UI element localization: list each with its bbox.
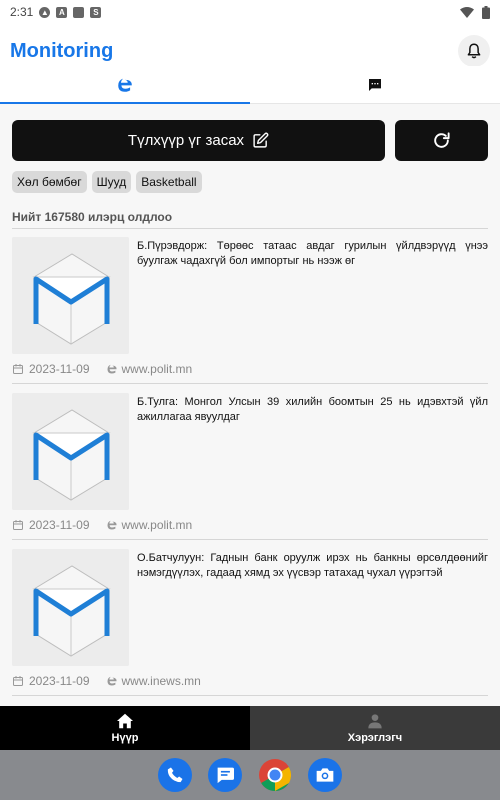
news-title: Б.Тулга: Монгол Улсын 39 хилийн боомтын … xyxy=(137,396,488,423)
edit-keywords-label: Түлхүүр үг засах xyxy=(127,132,245,149)
news-source-text: www.inews.mn xyxy=(121,674,201,688)
status-left: 2:31 ▲ A S xyxy=(10,5,102,19)
filter-chip[interactable]: Хөл бөмбөг xyxy=(12,171,87,193)
home-icon xyxy=(117,713,133,728)
edit-icon xyxy=(253,132,269,148)
news-meta: 2023-11-09 www.inews.mn xyxy=(12,674,201,688)
edge-browser-icon xyxy=(107,364,117,374)
action-row: Түлхүүр үг засах xyxy=(12,120,488,161)
news-date: 2023-11-09 xyxy=(12,674,90,688)
news-meta: 2023-11-09 www.polit.mn xyxy=(12,518,192,532)
sd-card-icon xyxy=(73,6,85,18)
news-date: 2023-11-09 xyxy=(12,518,90,532)
divider xyxy=(12,228,488,229)
news-date-text: 2023-11-09 xyxy=(29,674,90,688)
bottom-nav: Нүүр Хэрэглэгч xyxy=(0,706,500,750)
filter-chip[interactable]: Basketball xyxy=(136,171,202,193)
news-date-text: 2023-11-09 xyxy=(29,362,90,376)
phone-app-icon[interactable] xyxy=(158,758,192,792)
tab-bar xyxy=(0,66,500,104)
system-dock xyxy=(0,750,500,800)
news-source-text: www.polit.mn xyxy=(121,362,193,376)
wifi-icon xyxy=(460,6,474,18)
tab-web-news[interactable] xyxy=(0,66,250,104)
bell-icon xyxy=(467,43,481,59)
edge-browser-icon xyxy=(107,676,117,686)
nav-user[interactable]: Хэрэглэгч xyxy=(250,706,500,750)
app-title: Monitoring xyxy=(10,39,114,62)
nav-user-label: Хэрэглэгч xyxy=(347,731,403,744)
camera-app-icon[interactable] xyxy=(308,758,342,792)
filter-chip[interactable]: Шууд xyxy=(91,171,132,193)
message-icon xyxy=(369,78,381,91)
chrome-app-icon[interactable] xyxy=(258,758,292,792)
news-list: Б.Пүрэвдорж: Төрөөс татаас авдаг гурилын… xyxy=(12,237,488,705)
tab-messages[interactable] xyxy=(250,66,500,103)
calendar-icon xyxy=(13,676,23,686)
user-icon xyxy=(368,713,382,728)
divider xyxy=(12,695,488,696)
edge-browser-icon xyxy=(107,520,117,530)
refresh-icon xyxy=(434,132,450,148)
battery-icon xyxy=(482,5,490,19)
news-item[interactable]: О.Батчулуун: Гаднын банк оруулж ирэх нь … xyxy=(12,549,488,705)
placeholder-logo-icon xyxy=(12,549,129,666)
placeholder-logo-icon xyxy=(12,237,129,354)
news-thumbnail xyxy=(12,549,129,666)
divider xyxy=(12,539,488,540)
news-date-text: 2023-11-09 xyxy=(29,518,90,532)
news-item[interactable]: Б.Пүрэвдорж: Төрөөс татаас авдаг гурилын… xyxy=(12,237,488,393)
news-item[interactable]: Б.Тулга: Монгол Улсын 39 хилийн боомтын … xyxy=(12,393,488,549)
news-source: www.polit.mn xyxy=(106,362,193,376)
divider xyxy=(12,383,488,384)
news-source-text: www.polit.mn xyxy=(121,518,193,532)
nav-home[interactable]: Нүүр xyxy=(0,706,250,750)
android-auto-icon: ▲ xyxy=(39,6,51,18)
news-source: www.inews.mn xyxy=(106,674,201,688)
news-date: 2023-11-09 xyxy=(12,362,90,376)
calendar-icon xyxy=(13,364,23,374)
notifications-button[interactable] xyxy=(458,35,490,67)
status-right xyxy=(460,5,490,19)
refresh-button[interactable] xyxy=(395,120,488,161)
status-time: 2:31 xyxy=(10,5,34,19)
news-title: О.Батчулуун: Гаднын банк оруулж ирэх нь … xyxy=(137,552,488,579)
filter-chips: Хөл бөмбөг Шууд Basketball xyxy=(12,171,202,193)
status-bar: 2:31 ▲ A S xyxy=(0,0,500,24)
edit-keywords-button[interactable]: Түлхүүр үг засах xyxy=(12,120,385,161)
s-icon: S xyxy=(90,6,102,18)
edge-browser-icon xyxy=(118,78,132,92)
news-source: www.polit.mn xyxy=(106,518,193,532)
a-icon: A xyxy=(56,6,68,18)
news-meta: 2023-11-09 www.polit.mn xyxy=(12,362,192,376)
messages-app-icon[interactable] xyxy=(208,758,242,792)
main-content: Түлхүүр үг засах Хөл бөмбөг Шууд Basketb… xyxy=(0,104,500,706)
result-count: Нийт 167580 илэрц олдлоо xyxy=(12,210,173,224)
placeholder-logo-icon xyxy=(12,393,129,510)
calendar-icon xyxy=(13,520,23,530)
news-thumbnail xyxy=(12,237,129,354)
news-title: Б.Пүрэвдорж: Төрөөс татаас авдаг гурилын… xyxy=(137,240,488,267)
news-thumbnail xyxy=(12,393,129,510)
nav-home-label: Нүүр xyxy=(111,731,139,744)
